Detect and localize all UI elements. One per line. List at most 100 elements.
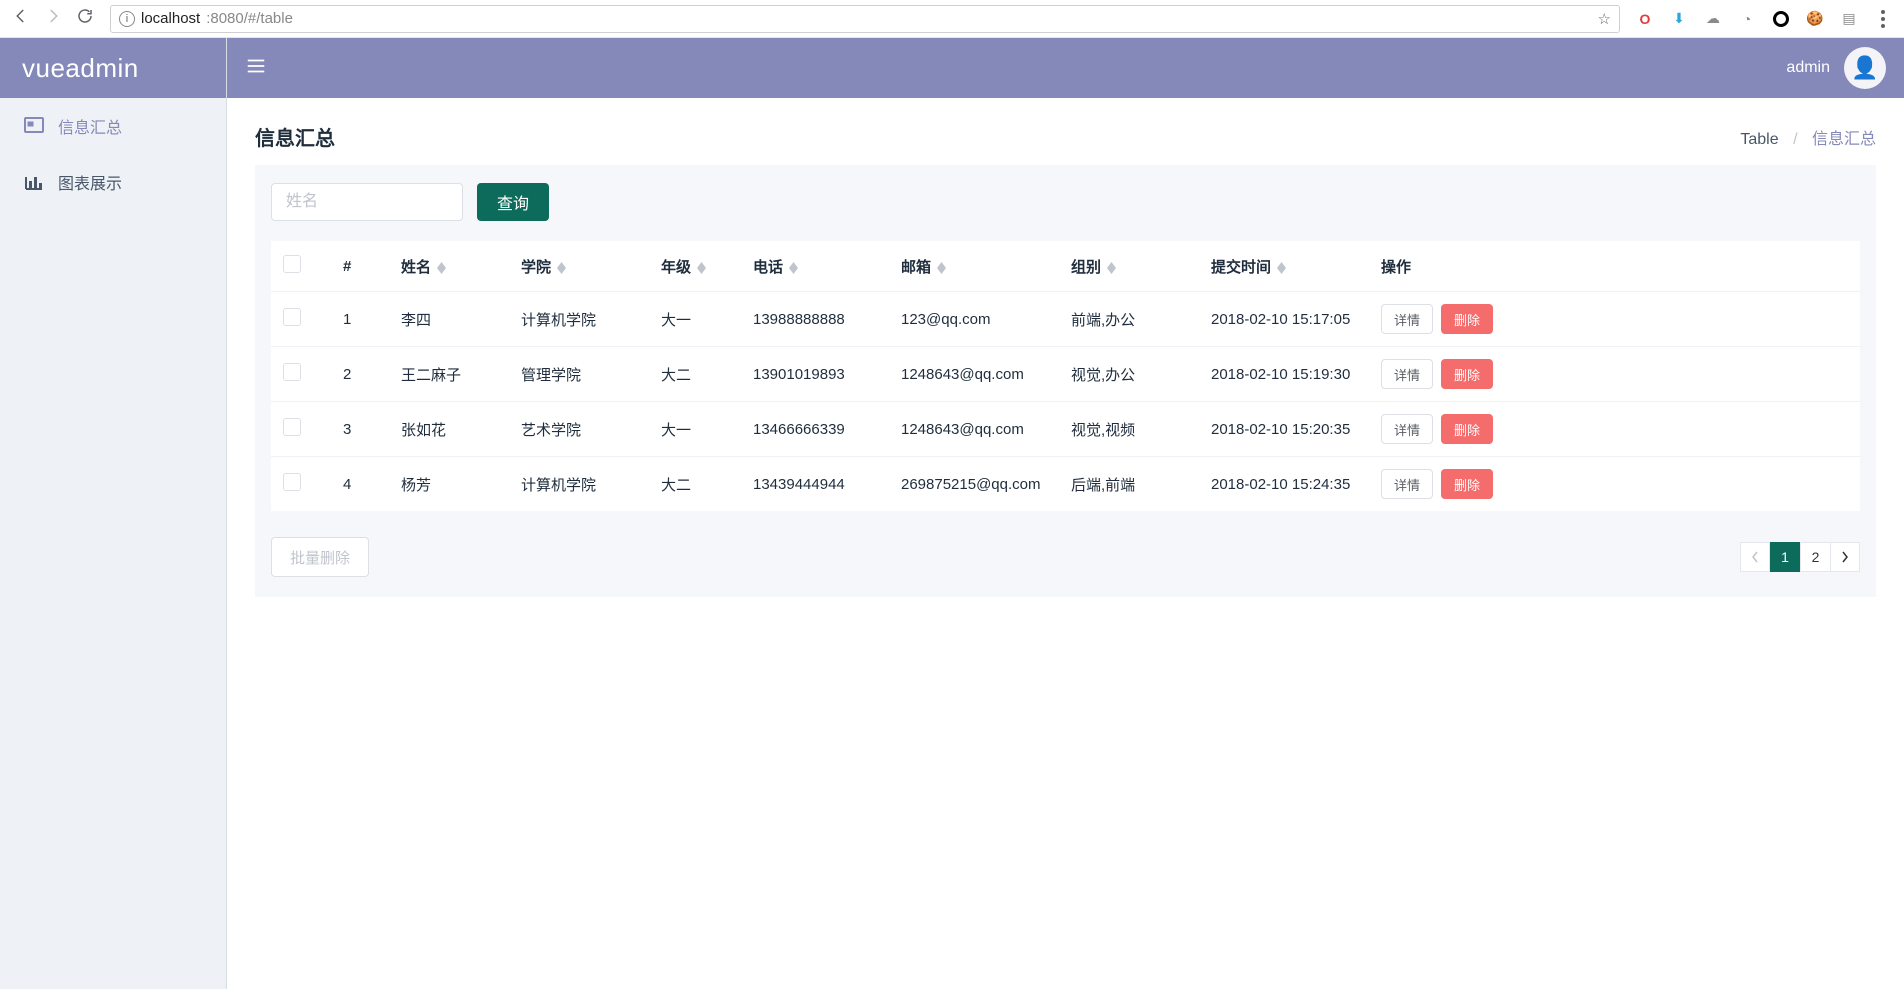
- cell-index: 2: [331, 347, 389, 402]
- download-icon[interactable]: ⬇: [1670, 10, 1688, 28]
- extension-icon[interactable]: O: [1636, 10, 1654, 28]
- nav-forward-icon[interactable]: [44, 7, 62, 30]
- user-menu[interactable]: admin 👤: [1786, 47, 1886, 89]
- page-title: 信息汇总: [255, 122, 335, 151]
- circle-icon[interactable]: [1772, 10, 1790, 28]
- cell-grade: 大二: [649, 457, 741, 512]
- nav-back-icon[interactable]: [12, 7, 30, 30]
- page-number[interactable]: 2: [1800, 542, 1830, 572]
- sidebar-item-info-summary[interactable]: 信息汇总: [0, 98, 226, 154]
- name-filter-input[interactable]: [271, 183, 463, 221]
- url-rest: :8080/#/table: [206, 10, 293, 27]
- sidebar-item-charts[interactable]: 图表展示: [0, 154, 226, 210]
- gauge-icon[interactable]: ◔: [1738, 10, 1756, 28]
- cloud-icon[interactable]: ☁: [1704, 10, 1722, 28]
- hamburger-icon[interactable]: [245, 55, 267, 82]
- sort-icon[interactable]: [697, 262, 706, 274]
- user-name: admin: [1786, 59, 1830, 77]
- th-time[interactable]: 提交时间: [1199, 241, 1369, 292]
- address-bar[interactable]: i localhost:8080/#/table ☆: [110, 5, 1620, 33]
- cell-grade: 大一: [649, 292, 741, 347]
- cell-time: 2018-02-10 15:24:35: [1199, 457, 1369, 512]
- cell-phone: 13466666339: [741, 402, 889, 457]
- sort-icon[interactable]: [437, 262, 446, 274]
- cookie-icon[interactable]: 🍪: [1806, 10, 1824, 28]
- content: 信息汇总 Table / 信息汇总 查询: [227, 98, 1904, 597]
- avatar[interactable]: 👤: [1844, 47, 1886, 89]
- cell-name: 王二麻子: [389, 347, 509, 402]
- th-group[interactable]: 组别: [1059, 241, 1199, 292]
- row-checkbox[interactable]: [283, 363, 301, 381]
- page-prev-button[interactable]: [1740, 542, 1770, 572]
- cell-time: 2018-02-10 15:19:30: [1199, 347, 1369, 402]
- cell-group: 前端,办公: [1059, 292, 1199, 347]
- select-all-checkbox[interactable]: [283, 255, 301, 273]
- panel: 查询 # 姓名 学院 年级: [255, 165, 1876, 597]
- sort-icon[interactable]: [1277, 262, 1286, 274]
- chrome-menu-icon[interactable]: [1874, 10, 1892, 28]
- bookmark-star-icon[interactable]: ☆: [1598, 10, 1611, 28]
- row-checkbox[interactable]: [283, 308, 301, 326]
- sort-icon[interactable]: [557, 262, 566, 274]
- breadcrumb-current: 信息汇总: [1812, 131, 1876, 148]
- breadcrumb-root[interactable]: Table: [1740, 131, 1778, 148]
- cell-name: 李四: [389, 292, 509, 347]
- th-email[interactable]: 邮箱: [889, 241, 1059, 292]
- cell-email: 269875215@qq.com: [889, 457, 1059, 512]
- breadcrumb: Table / 信息汇总: [1740, 125, 1876, 149]
- batch-delete-button[interactable]: 批量删除: [271, 537, 369, 577]
- page-next-button[interactable]: [1830, 542, 1860, 572]
- admin-app: vueadmin 信息汇总 图表展示 admin: [0, 38, 1904, 989]
- delete-button[interactable]: 删除: [1441, 304, 1493, 334]
- delete-button[interactable]: 删除: [1441, 359, 1493, 389]
- cell-college: 计算机学院: [509, 292, 649, 347]
- browser-extensions: O ⬇ ☁ ◔ 🍪 ▤: [1636, 10, 1892, 28]
- brand-logo[interactable]: vueadmin: [0, 38, 226, 98]
- reader-icon[interactable]: ▤: [1840, 10, 1858, 28]
- nav-buttons: [12, 7, 94, 30]
- brand-text: vueadmin: [22, 53, 139, 84]
- row-checkbox[interactable]: [283, 418, 301, 436]
- content-header: 信息汇总 Table / 信息汇总: [227, 98, 1904, 151]
- cell-grade: 大二: [649, 347, 741, 402]
- main-panel: admin 👤 信息汇总 Table / 信息汇总 查询: [227, 38, 1904, 989]
- page-number[interactable]: 1: [1770, 542, 1800, 572]
- th-phone[interactable]: 电话: [741, 241, 889, 292]
- detail-button[interactable]: 详情: [1381, 414, 1433, 444]
- row-checkbox[interactable]: [283, 473, 301, 491]
- th-grade[interactable]: 年级: [649, 241, 741, 292]
- cell-phone: 13439444944: [741, 457, 889, 512]
- site-info-icon[interactable]: i: [119, 11, 135, 27]
- bar-chart-icon: [24, 173, 44, 191]
- cell-college: 艺术学院: [509, 402, 649, 457]
- sort-icon[interactable]: [937, 262, 946, 274]
- cell-phone: 13901019893: [741, 347, 889, 402]
- detail-button[interactable]: 详情: [1381, 304, 1433, 334]
- cell-email: 1248643@qq.com: [889, 402, 1059, 457]
- nav-reload-icon[interactable]: [76, 7, 94, 30]
- sort-icon[interactable]: [789, 262, 798, 274]
- cell-college: 计算机学院: [509, 457, 649, 512]
- cell-time: 2018-02-10 15:17:05: [1199, 292, 1369, 347]
- sidebar: vueadmin 信息汇总 图表展示: [0, 38, 227, 989]
- cell-name: 张如花: [389, 402, 509, 457]
- sort-icon[interactable]: [1107, 262, 1116, 274]
- top-bar: admin 👤: [227, 38, 1904, 98]
- th-name[interactable]: 姓名: [389, 241, 509, 292]
- table-row: 3 张如花 艺术学院 大一 13466666339 1248643@qq.com…: [271, 402, 1860, 457]
- delete-button[interactable]: 删除: [1441, 414, 1493, 444]
- sidebar-item-label: 图表展示: [58, 170, 122, 194]
- filter-row: 查询: [271, 183, 1860, 221]
- search-button[interactable]: 查询: [477, 183, 549, 221]
- detail-button[interactable]: 详情: [1381, 469, 1433, 499]
- th-college[interactable]: 学院: [509, 241, 649, 292]
- cell-index: 3: [331, 402, 389, 457]
- pagination: 12: [1740, 542, 1860, 572]
- cell-email: 123@qq.com: [889, 292, 1059, 347]
- detail-button[interactable]: 详情: [1381, 359, 1433, 389]
- cell-phone: 13988888888: [741, 292, 889, 347]
- cell-index: 4: [331, 457, 389, 512]
- cell-email: 1248643@qq.com: [889, 347, 1059, 402]
- cell-grade: 大一: [649, 402, 741, 457]
- delete-button[interactable]: 删除: [1441, 469, 1493, 499]
